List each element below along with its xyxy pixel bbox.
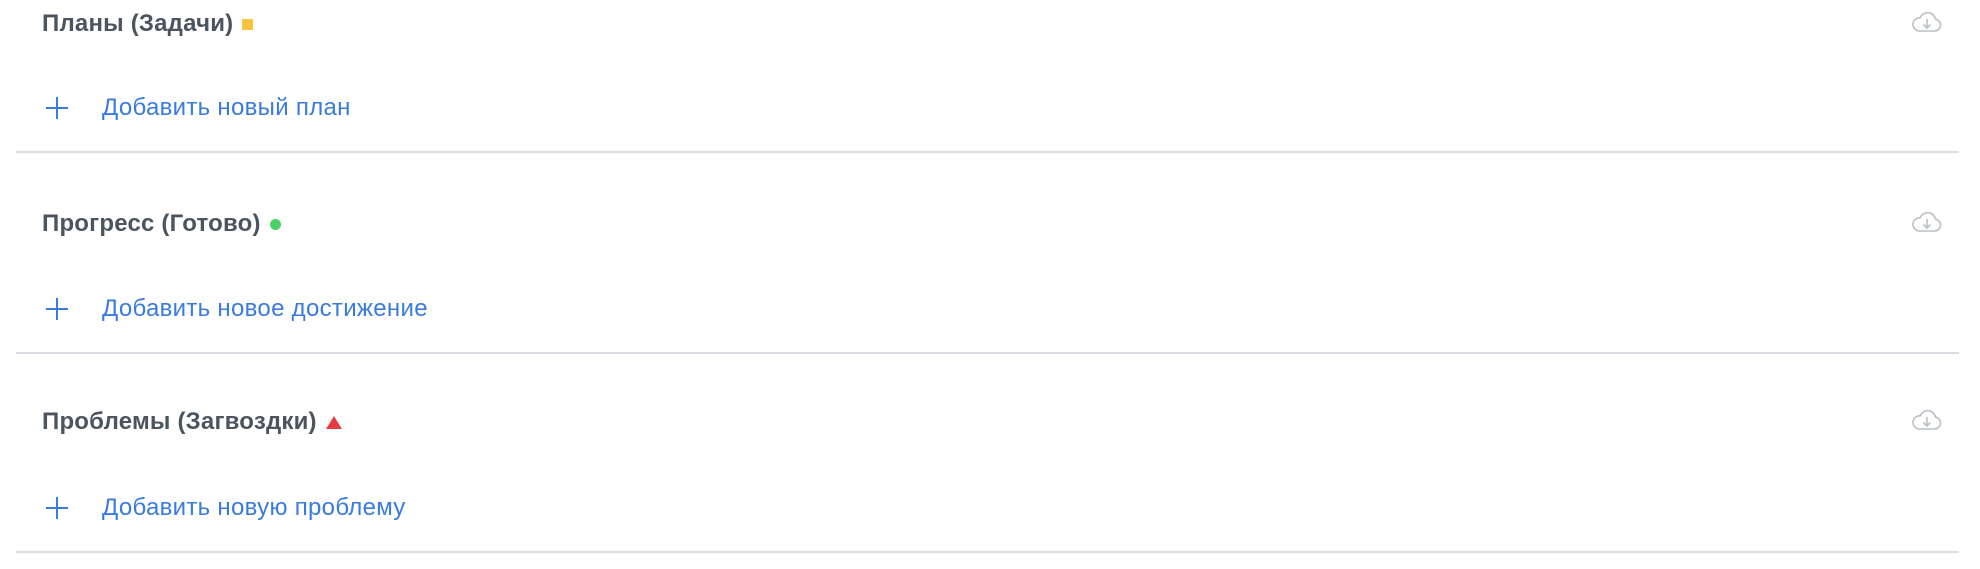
progress-cloud-download-icon[interactable] [1911,210,1943,236]
plans-section-header: Планы (Задачи) [42,10,254,38]
problems-section: Проблемы (Загвоздки) Добавить новую проб… [16,354,1959,553]
add-achievement-label: Добавить новое достижение [102,295,428,322]
plus-icon [46,298,68,320]
problems-section-header: Проблемы (Загвоздки) [42,408,342,436]
problems-status-triangle-icon [325,415,342,429]
plans-cloud-download-icon[interactable] [1911,10,1943,36]
plans-section-title: Планы (Задачи) [42,10,234,37]
problems-section-title: Проблемы (Загвоздки) [42,408,317,435]
plans-status-square-icon [242,18,254,30]
plans-section: Планы (Задачи) Добавить новый план [16,0,1959,153]
progress-section: Прогресс (Готово) Добавить новое достиже… [16,155,1959,354]
add-achievement-button[interactable]: Добавить новое достижение [46,295,428,323]
progress-status-dot-icon [269,218,281,230]
plus-icon [46,497,68,519]
add-plan-button[interactable]: Добавить новый план [46,94,351,122]
plus-icon [46,97,68,119]
progress-section-title: Прогресс (Готово) [42,210,261,237]
add-problem-label: Добавить новую проблему [102,494,406,521]
add-problem-button[interactable]: Добавить новую проблему [46,494,406,522]
problems-cloud-download-icon[interactable] [1911,408,1943,434]
progress-section-header: Прогресс (Готово) [42,210,281,238]
add-plan-label: Добавить новый план [102,94,351,121]
